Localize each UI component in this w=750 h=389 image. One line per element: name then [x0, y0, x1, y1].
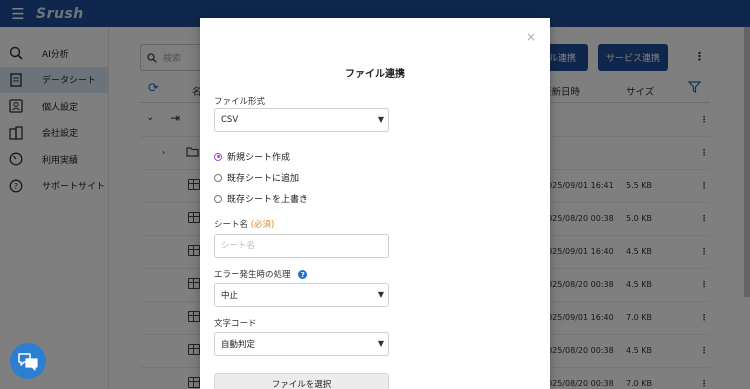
dropdown-caret-icon: ▼	[377, 339, 384, 348]
sheet-name-label: シート名 (必須)	[214, 218, 274, 230]
radio-overwrite-sheet[interactable]: 既存シートを上書き	[214, 192, 308, 205]
radio-unselected-icon[interactable]	[214, 173, 222, 182]
error-handling-label: エラー発生時の処理 ?	[214, 268, 308, 280]
file-format-value: CSV	[221, 115, 239, 125]
radio-selected-icon[interactable]	[214, 152, 222, 161]
dialog-title: ファイル連携	[345, 69, 405, 80]
radio-unselected-icon[interactable]	[214, 194, 222, 203]
file-link-dialog: × ファイル連携 ファイル形式 CSV ▼ 新規シート作成 既存シートに追加 既…	[200, 18, 550, 389]
radio-append-sheet[interactable]: 既存シートに追加	[214, 171, 299, 184]
error-handling-value: 中止	[221, 291, 239, 301]
encoding-select[interactable]: 自動判定 ▼	[214, 332, 389, 356]
file-format-label: ファイル形式	[214, 97, 266, 107]
dropdown-caret-icon: ▼	[377, 290, 384, 299]
error-handling-select[interactable]: 中止 ▼	[214, 283, 389, 307]
radio-label: 既存シートに追加	[227, 174, 300, 184]
select-file-button[interactable]: ファイルを選択	[214, 373, 389, 389]
error-handling-label-text: エラー発生時の処理	[214, 270, 291, 280]
close-icon[interactable]: ×	[526, 30, 536, 44]
required-badge: (必須)	[250, 220, 275, 230]
encoding-value: 自動判定	[221, 340, 256, 350]
chat-support-button[interactable]	[10, 343, 46, 379]
radio-new-sheet[interactable]: 新規シート作成	[214, 150, 290, 163]
help-icon[interactable]: ?	[298, 270, 308, 279]
sheet-name-label-text: シート名	[214, 220, 249, 230]
sheet-name-input[interactable]	[214, 234, 389, 258]
radio-label: 新規シート作成	[227, 153, 291, 163]
chat-bubbles-icon	[18, 353, 38, 371]
file-format-select[interactable]: CSV ▼	[214, 108, 389, 132]
dropdown-caret-icon: ▼	[377, 115, 384, 124]
encoding-label: 文字コード	[214, 319, 257, 329]
radio-label: 既存シートを上書き	[227, 195, 309, 205]
